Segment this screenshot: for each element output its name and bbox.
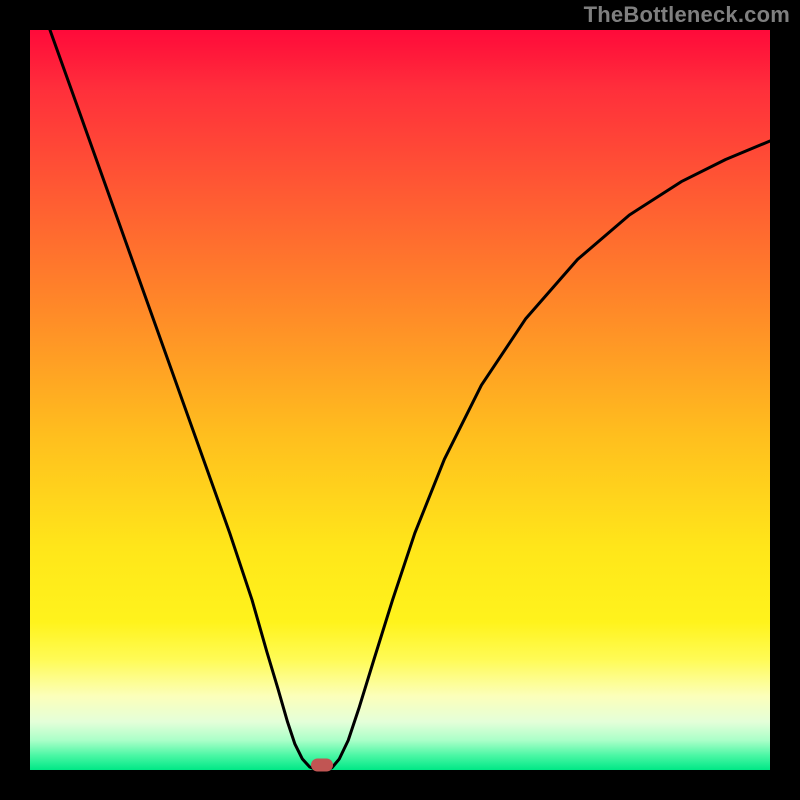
plot-area	[30, 30, 770, 770]
curve-path	[50, 30, 770, 770]
optimum-marker	[311, 758, 333, 771]
watermark-text: TheBottleneck.com	[584, 2, 790, 28]
bottleneck-curve	[30, 30, 770, 770]
chart-frame: TheBottleneck.com	[0, 0, 800, 800]
